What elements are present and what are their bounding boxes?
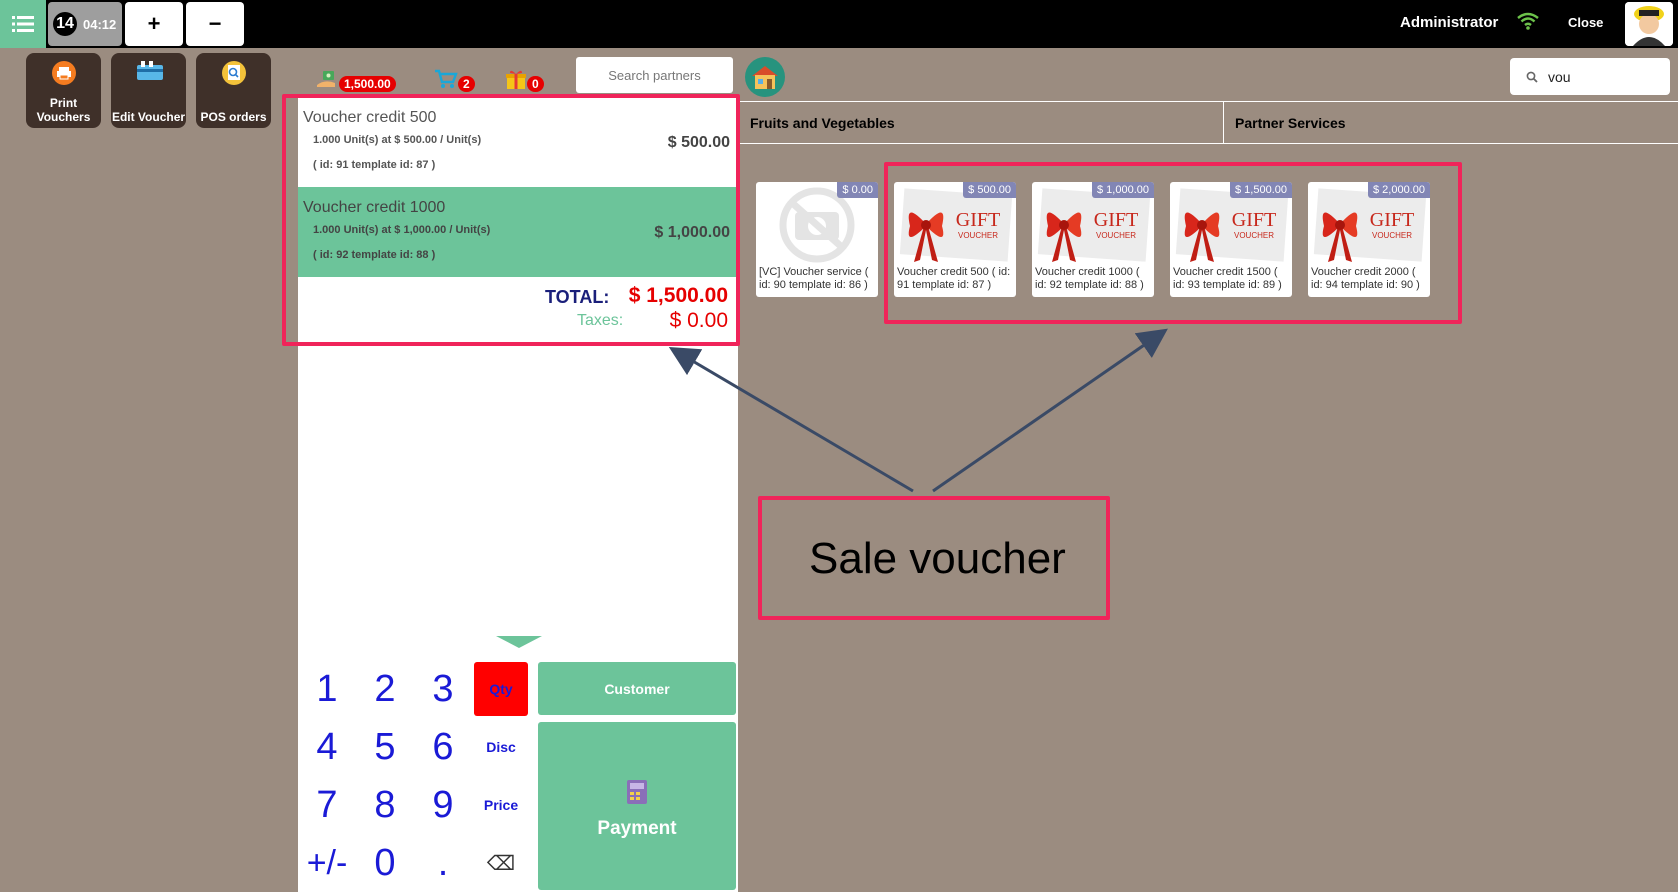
gift-indicator[interactable]: 0	[505, 66, 544, 92]
search-document-icon	[222, 61, 246, 85]
numpad-key-9[interactable]: 9	[416, 778, 470, 832]
products-highlight-box	[884, 162, 1462, 324]
numpad-key-1[interactable]: 1	[300, 662, 354, 716]
printer-icon	[52, 61, 76, 85]
credit-badge: 1,500.00	[339, 76, 396, 92]
close-button[interactable]: Close	[1568, 15, 1603, 30]
menu-button[interactable]	[0, 0, 46, 48]
edit-voucher-label: Edit Voucher	[111, 110, 186, 124]
house-icon	[752, 66, 778, 89]
numpad-key-5[interactable]: 5	[358, 720, 412, 774]
credit-indicator[interactable]: 1,500.00	[315, 66, 396, 92]
category-divider	[1223, 101, 1224, 144]
remove-order-button[interactable]: −	[186, 2, 244, 46]
numpad-key-0[interactable]: 0	[358, 836, 412, 890]
pos-orders-label: POS orders	[200, 110, 267, 124]
payment-label: Payment	[597, 818, 677, 839]
order-number: 14	[53, 12, 77, 36]
search-products-box[interactable]	[1510, 58, 1670, 95]
gift-icon	[506, 70, 526, 89]
search-products-input[interactable]	[1548, 68, 1658, 85]
arrow-to-products	[932, 328, 1168, 493]
numpad-key-8[interactable]: 8	[358, 778, 412, 832]
order-highlight-box	[282, 94, 740, 346]
category-bar: Fruits and Vegetables Partner Services	[740, 101, 1678, 144]
edit-voucher-button[interactable]: Edit Voucher	[111, 53, 186, 128]
order-time: 04:12	[83, 16, 117, 32]
print-vouchers-label-2: Vouchers	[36, 110, 91, 124]
payment-button[interactable]: Payment	[538, 722, 736, 890]
payment-terminal-icon	[627, 780, 647, 804]
qty-mode-button[interactable]: Qty	[474, 662, 528, 716]
cart-icon	[435, 69, 458, 88]
user-name: Administrator	[1400, 14, 1499, 31]
numpad-key-3[interactable]: 3	[416, 662, 470, 716]
category-partner-services[interactable]: Partner Services	[1225, 102, 1678, 143]
numpad-key-4[interactable]: 4	[300, 720, 354, 774]
category-fruits-and-vegetables[interactable]: Fruits and Vegetables	[740, 102, 1223, 143]
money-hand-icon	[317, 71, 335, 87]
price-mode-button[interactable]: Price	[474, 778, 528, 832]
annotation-label: Sale voucher	[809, 534, 1066, 583]
numpad-key-sign[interactable]: +/-	[300, 836, 354, 890]
add-order-button[interactable]: +	[125, 2, 183, 46]
cart-badge: 2	[458, 76, 475, 92]
wifi-icon	[1517, 12, 1539, 35]
numpad-key-6[interactable]: 6	[416, 720, 470, 774]
collapse-arrow-icon[interactable]	[496, 636, 542, 648]
gift-badge: 0	[527, 76, 544, 92]
product-price-tag: $ 0.00	[837, 182, 878, 198]
list-icon	[12, 16, 34, 32]
customer-button[interactable]: Customer	[538, 662, 736, 715]
disc-mode-button[interactable]: Disc	[474, 720, 528, 774]
cart-indicator[interactable]: 2	[434, 66, 475, 92]
avatar[interactable]	[1625, 2, 1673, 46]
print-vouchers-button[interactable]: Print Vouchers	[26, 53, 101, 128]
search-partners-input[interactable]	[576, 57, 733, 93]
product-card[interactable]: $ 0.00 [VC] Voucher service ( id: 90 tem…	[756, 182, 878, 297]
product-name: [VC] Voucher service ( id: 90 template i…	[759, 266, 869, 291]
print-vouchers-label-1: Print	[49, 96, 78, 110]
numpad-key-2[interactable]: 2	[358, 662, 412, 716]
search-icon	[1526, 71, 1538, 83]
voucher-card-icon	[137, 61, 163, 80]
home-button[interactable]	[745, 57, 785, 97]
numpad-key-dot[interactable]: .	[416, 836, 470, 890]
pos-orders-button[interactable]: POS orders	[196, 53, 271, 128]
order-tab[interactable]: 14 04:12	[48, 2, 122, 46]
numpad-key-7[interactable]: 7	[300, 778, 354, 832]
backspace-icon[interactable]: ⌫	[474, 836, 528, 890]
